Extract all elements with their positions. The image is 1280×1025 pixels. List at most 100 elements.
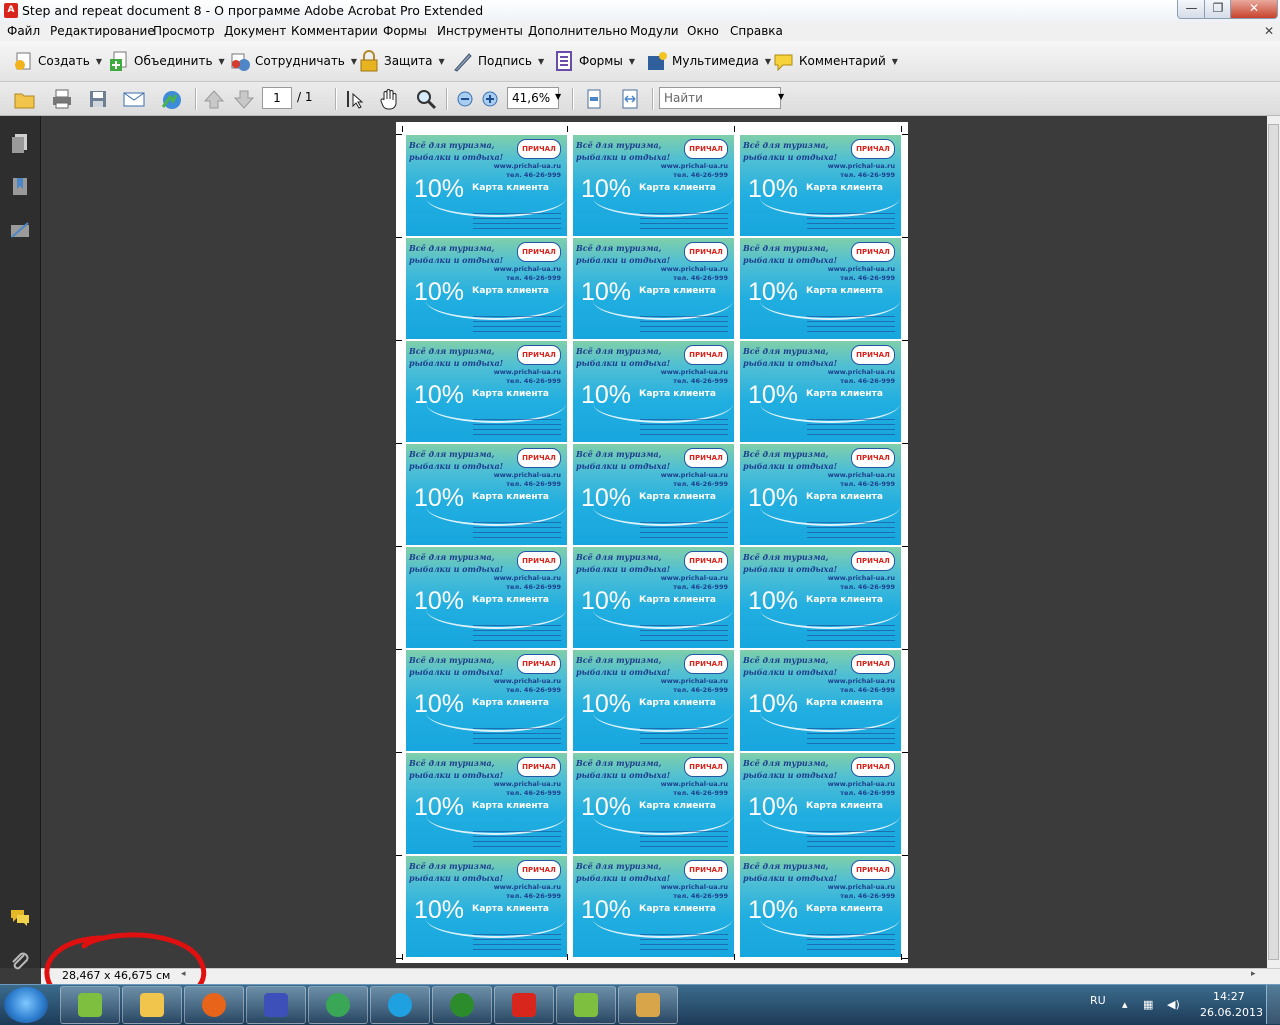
- taskbar-app-button[interactable]: [370, 986, 430, 1024]
- vertical-scrollbar-thumb[interactable]: [1268, 124, 1279, 960]
- card-logo: ПРИЧАЛ: [684, 757, 728, 777]
- taskbar-app-button[interactable]: [308, 986, 368, 1024]
- menu-file[interactable]: Файл: [7, 24, 40, 38]
- menu-plugins[interactable]: Модули: [630, 24, 679, 38]
- zoom-out-icon[interactable]: [454, 88, 476, 110]
- card-slogan: Всё для туризма, рыбалки и отдыха!: [409, 243, 504, 265]
- card-website: www.prichal-ua.ru: [827, 368, 895, 376]
- clock-time[interactable]: 14:27: [1213, 990, 1245, 1003]
- menu-document[interactable]: Документ: [224, 24, 286, 38]
- card-website: www.prichal-ua.ru: [660, 677, 728, 685]
- sign-label: Подпись: [478, 54, 532, 68]
- discount-card: Всё для туризма, рыбалки и отдыха! ПРИЧАЛ w…: [740, 238, 901, 339]
- card-slogan: Всё для туризма, рыбалки и отдыха!: [409, 140, 504, 162]
- card-slogan: Всё для туризма, рыбалки и отдыха!: [576, 243, 671, 265]
- signatures-panel-icon[interactable]: [9, 219, 31, 241]
- email-icon[interactable]: [123, 88, 145, 110]
- hand-icon[interactable]: [378, 88, 400, 110]
- pages-panel-icon[interactable]: [9, 132, 31, 154]
- card-phone: тел. 46-26-999: [673, 274, 728, 282]
- combine-button[interactable]: Объединить ▼: [108, 49, 225, 73]
- zoom-dropdown-icon[interactable]: ▼: [555, 92, 561, 101]
- start-button[interactable]: [4, 987, 48, 1023]
- discount-card: Всё для туризма, рыбалки и отдыха! ПРИЧАЛ w…: [406, 341, 567, 442]
- select-text-icon[interactable]: [343, 88, 365, 110]
- previous-page-icon[interactable]: [203, 88, 225, 110]
- attachments-panel-icon[interactable]: [9, 950, 31, 972]
- fit-page-icon[interactable]: [583, 88, 605, 110]
- zoom-input[interactable]: 41,6%: [507, 87, 559, 109]
- clock-date[interactable]: 26.06.2013: [1200, 1006, 1263, 1019]
- vertical-scrollbar[interactable]: [1267, 116, 1280, 968]
- next-page-icon[interactable]: [233, 88, 255, 110]
- card-logo: ПРИЧАЛ: [684, 551, 728, 571]
- document-close-icon[interactable]: ✕: [1264, 24, 1274, 38]
- show-hidden-icons-icon[interactable]: ▴: [1122, 998, 1128, 1011]
- taskbar-app-button[interactable]: [432, 986, 492, 1024]
- collaborate-icon: [229, 50, 251, 72]
- card-label: Карта клиента: [639, 492, 716, 502]
- card-slogan: Всё для туризма, рыбалки и отдыха!: [409, 449, 504, 471]
- menu-tools[interactable]: Инструменты: [437, 24, 523, 38]
- card-phone: тел. 46-26-999: [506, 377, 561, 385]
- comment-icon: [773, 50, 795, 72]
- menu-window[interactable]: Окно: [687, 24, 719, 38]
- taskbar-app-button[interactable]: [184, 986, 244, 1024]
- card-slogan: Всё для туризма, рыбалки и отдыха!: [743, 346, 838, 368]
- taskbar-app-button[interactable]: [60, 986, 120, 1024]
- maximize-button[interactable]: ❐: [1204, 0, 1232, 19]
- menu-advanced[interactable]: Дополнительно: [528, 24, 628, 38]
- find-input[interactable]: Найти: [659, 87, 781, 109]
- print-icon[interactable]: [51, 88, 73, 110]
- open-folder-icon[interactable]: [14, 88, 36, 110]
- card-phone: тел. 46-26-999: [506, 171, 561, 179]
- card-label: Карта клиента: [806, 183, 883, 193]
- taskbar-app-button[interactable]: [246, 986, 306, 1024]
- card-phone: тел. 46-26-999: [506, 274, 561, 282]
- sign-button[interactable]: Подпись ▼: [452, 49, 544, 73]
- minimize-button[interactable]: —: [1177, 0, 1206, 19]
- fit-width-icon[interactable]: [619, 88, 641, 110]
- card-phone: тел. 46-26-999: [506, 480, 561, 488]
- card-label: Карта клиента: [472, 904, 549, 914]
- find-dropdown-icon[interactable]: ▼: [778, 92, 784, 101]
- volume-icon[interactable]: ◀): [1167, 998, 1180, 1011]
- card-website: www.prichal-ua.ru: [493, 574, 561, 582]
- card-slogan: Всё для туризма, рыбалки и отдыха!: [576, 861, 671, 883]
- menu-forms[interactable]: Формы: [383, 24, 427, 38]
- taskbar-app-button[interactable]: [122, 986, 182, 1024]
- taskbar-app-button[interactable]: [556, 986, 616, 1024]
- horizontal-scrollbar[interactable]: [41, 968, 1280, 985]
- protect-button[interactable]: Защита ▼: [358, 49, 445, 73]
- create-button[interactable]: Создать ▼: [12, 49, 102, 73]
- input-language[interactable]: RU: [1090, 994, 1106, 1007]
- forms-button[interactable]: Формы ▼: [553, 49, 635, 73]
- save-icon[interactable]: [87, 88, 109, 110]
- collaborate-button[interactable]: Сотрудничать ▼: [229, 49, 357, 73]
- web-upload-icon[interactable]: [160, 88, 182, 110]
- show-desktop-button[interactable]: [1266, 985, 1280, 1024]
- crop-mark: [402, 954, 403, 960]
- card-website: www.prichal-ua.ru: [660, 162, 728, 170]
- zoom-tool-icon[interactable]: [415, 88, 437, 110]
- menu-view[interactable]: Просмотр: [153, 24, 215, 38]
- multimedia-button[interactable]: Мультимедиа ▼: [646, 49, 771, 73]
- zoom-in-icon[interactable]: [479, 88, 501, 110]
- paint-icon: [636, 993, 660, 1017]
- bookmarks-panel-icon[interactable]: [9, 175, 31, 197]
- comments-panel-icon[interactable]: [9, 906, 31, 928]
- network-icon[interactable]: ▦: [1143, 998, 1153, 1011]
- card-logo: ПРИЧАЛ: [684, 448, 728, 468]
- close-button[interactable]: ✕: [1230, 0, 1278, 19]
- multimedia-icon: [646, 50, 668, 72]
- comment-button[interactable]: Комментарий ▼: [773, 49, 898, 73]
- menu-comments[interactable]: Комментарии: [291, 24, 378, 38]
- taskbar-app-button[interactable]: [494, 986, 554, 1024]
- page-number-input[interactable]: 1: [262, 87, 292, 109]
- taskbar-app-button[interactable]: [618, 986, 678, 1024]
- card-phone: тел. 46-26-999: [840, 480, 895, 488]
- scroll-right-icon[interactable]: ▸: [1251, 969, 1256, 979]
- card-website: www.prichal-ua.ru: [660, 883, 728, 891]
- menu-edit[interactable]: Редактирование: [50, 24, 155, 38]
- menu-help[interactable]: Справка: [730, 24, 783, 38]
